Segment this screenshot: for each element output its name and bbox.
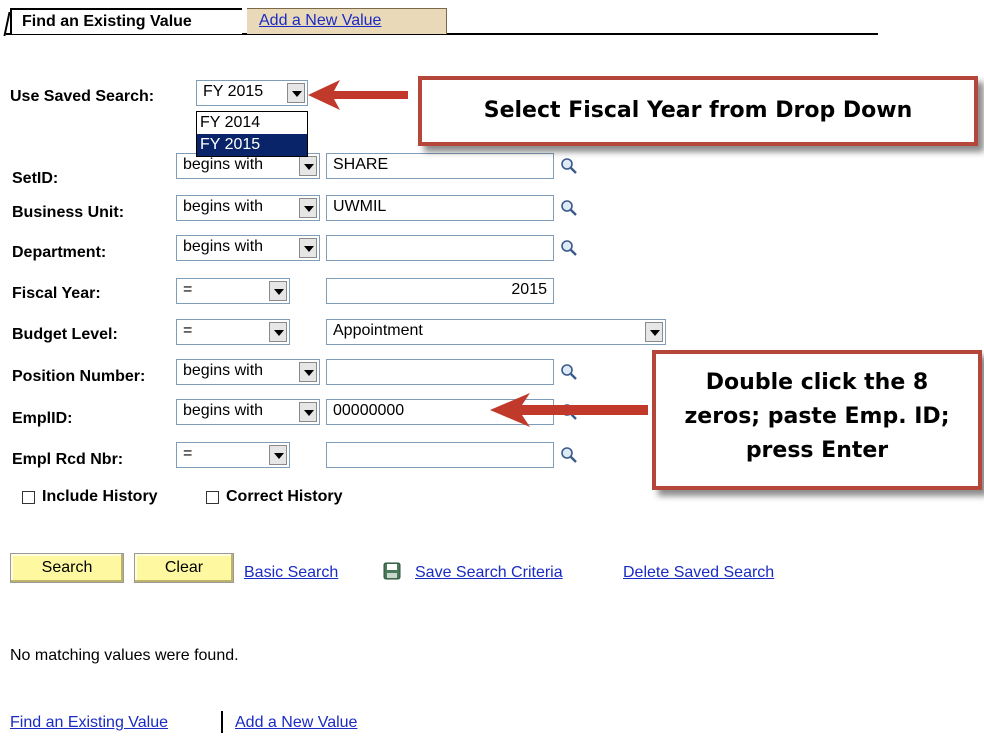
- department-input[interactable]: [326, 235, 554, 261]
- fiscal-year-callout: Select Fiscal Year from Drop Down: [418, 76, 978, 146]
- correct-history-label: Correct History: [226, 488, 343, 505]
- emplid-callout: Double click the 8 zeros; paste Emp. ID;…: [652, 350, 982, 490]
- chevron-down-icon[interactable]: [299, 402, 317, 422]
- include-history-checkbox[interactable]: [22, 491, 35, 504]
- emplid-callout-line: press Enter: [745, 438, 889, 463]
- emplid-operator-select[interactable]: begins with: [176, 399, 320, 425]
- setid-label: SetID:: [12, 170, 59, 187]
- business-unit-input[interactable]: UWMIL: [326, 195, 554, 221]
- chevron-down-icon[interactable]: [299, 198, 317, 218]
- budget-level-value: Appointment: [333, 322, 423, 339]
- chevron-down-icon[interactable]: [299, 362, 317, 382]
- tab-add-link[interactable]: Add a New Value: [259, 12, 381, 29]
- budget-level-operator-select[interactable]: =: [176, 319, 290, 345]
- budget-level-operator-value: =: [183, 322, 193, 339]
- position-number-operator-value: begins with: [183, 362, 264, 379]
- empl-rcd-label: Empl Rcd Nbr:: [12, 451, 124, 468]
- setid-operator-value: begins with: [183, 156, 264, 173]
- arrow-left-icon: [490, 393, 648, 427]
- setid-input[interactable]: SHARE: [326, 153, 554, 179]
- include-history-label: Include History: [42, 488, 158, 505]
- saved-search-value: FY 2015: [203, 83, 264, 100]
- tab-find-existing[interactable]: Find an Existing Value: [10, 8, 242, 34]
- empl-rcd-operator-select[interactable]: =: [176, 442, 290, 468]
- chevron-down-icon[interactable]: [269, 281, 287, 301]
- lookup-icon[interactable]: [560, 446, 578, 464]
- fiscal-year-operator-select[interactable]: =: [176, 278, 290, 304]
- lookup-icon[interactable]: [560, 157, 578, 175]
- business-unit-label: Business Unit:: [12, 204, 125, 221]
- emplid-callout-line: Double click the 8: [705, 370, 929, 395]
- saved-search-option-selected[interactable]: FY 2015: [197, 134, 307, 156]
- tab-add-new[interactable]: Add a New Value: [247, 8, 447, 34]
- position-number-label: Position Number:: [12, 368, 146, 385]
- lookup-icon[interactable]: [560, 363, 578, 381]
- saved-search-select[interactable]: FY 2015: [196, 80, 308, 106]
- footer-add-new-link[interactable]: Add a New Value: [235, 714, 357, 732]
- save-icon[interactable]: [383, 562, 401, 580]
- department-operator-value: begins with: [183, 238, 264, 255]
- chevron-down-icon[interactable]: [269, 322, 287, 342]
- no-results-message: No matching values were found.: [10, 647, 239, 664]
- search-button[interactable]: Search: [10, 553, 124, 583]
- footer-divider: [221, 711, 223, 733]
- chevron-down-icon[interactable]: [269, 445, 287, 465]
- lookup-icon[interactable]: [560, 239, 578, 257]
- saved-search-label: Use Saved Search:: [10, 88, 155, 105]
- fiscal-year-callout-text: Select Fiscal Year from Drop Down: [483, 98, 913, 123]
- fiscal-year-operator-value: =: [183, 281, 193, 298]
- chevron-down-icon[interactable]: [287, 83, 305, 103]
- emplid-label: EmplID:: [12, 410, 73, 427]
- saved-search-dropdown[interactable]: FY 2014 FY 2015: [196, 111, 308, 157]
- business-unit-operator-select[interactable]: begins with: [176, 195, 320, 221]
- save-search-criteria-link[interactable]: Save Search Criteria: [415, 564, 563, 582]
- chevron-down-icon[interactable]: [645, 322, 663, 342]
- tab-find-label: Find an Existing Value: [22, 13, 192, 30]
- position-number-input[interactable]: [326, 359, 554, 385]
- chevron-down-icon[interactable]: [299, 156, 317, 176]
- delete-saved-search-link[interactable]: Delete Saved Search: [623, 564, 774, 582]
- budget-level-label: Budget Level:: [12, 326, 118, 343]
- emplid-callout-line: zeros; paste Emp. ID;: [684, 404, 950, 429]
- business-unit-operator-value: begins with: [183, 198, 264, 215]
- footer-find-existing-link[interactable]: Find an Existing Value: [10, 714, 168, 732]
- empl-rcd-operator-value: =: [183, 445, 193, 462]
- fiscal-year-input[interactable]: 2015: [326, 278, 554, 304]
- saved-search-option[interactable]: FY 2014: [197, 112, 307, 134]
- position-number-operator-select[interactable]: begins with: [176, 359, 320, 385]
- lookup-icon[interactable]: [560, 199, 578, 217]
- department-operator-select[interactable]: begins with: [176, 235, 320, 261]
- empl-rcd-input[interactable]: [326, 442, 554, 468]
- clear-button[interactable]: Clear: [134, 553, 234, 583]
- arrow-left-icon: [308, 80, 408, 110]
- fiscal-year-label: Fiscal Year:: [12, 285, 101, 302]
- department-label: Department:: [12, 244, 107, 261]
- correct-history-checkbox[interactable]: [206, 491, 219, 504]
- emplid-operator-value: begins with: [183, 402, 264, 419]
- chevron-down-icon[interactable]: [299, 238, 317, 258]
- budget-level-select[interactable]: Appointment: [326, 319, 666, 345]
- basic-search-link[interactable]: Basic Search: [244, 564, 338, 582]
